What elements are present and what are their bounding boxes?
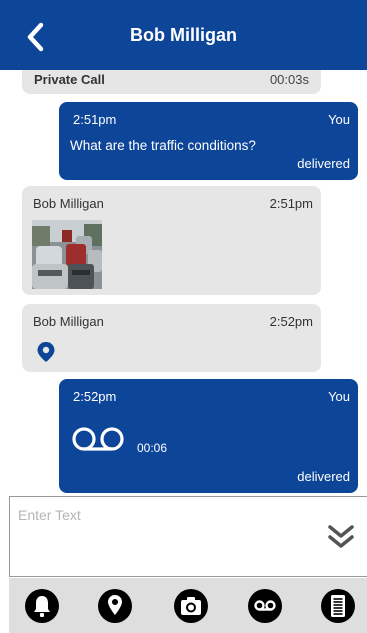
- voicemail-button[interactable]: [247, 588, 283, 624]
- delivery-status: delivered: [297, 469, 350, 484]
- message-sender: You: [328, 389, 350, 404]
- delivery-status: delivered: [297, 156, 350, 171]
- message-list[interactable]: Private Call 00:03s 2:51pm You What are …: [0, 70, 367, 496]
- double-chevron-down-icon: [328, 525, 354, 548]
- voicemail-icon: [248, 589, 282, 623]
- bottom-toolbar: [9, 578, 367, 633]
- message-text: What are the traffic conditions?: [70, 138, 256, 153]
- emergency-alert-icon: [25, 589, 59, 623]
- contact-name-title: Bob Milligan: [130, 25, 237, 45]
- traffic-photo-thumbnail[interactable]: [32, 220, 102, 289]
- message-time: 2:51pm: [73, 112, 117, 127]
- outgoing-text-bubble[interactable]: 2:51pm You What are the traffic conditio…: [59, 102, 358, 180]
- message-input[interactable]: [18, 505, 308, 525]
- emergency-alert-button[interactable]: [24, 588, 60, 624]
- voicemail-icon[interactable]: [71, 425, 127, 455]
- message-time: 2:52pm: [73, 389, 117, 404]
- outgoing-voicemail-bubble[interactable]: 2:52pm You 00:06 delivered: [59, 379, 358, 493]
- message-sender: Bob Milligan: [33, 196, 104, 211]
- call-duration: 00:03s: [269, 72, 309, 87]
- call-label: Private Call: [34, 72, 105, 87]
- camera-icon: [174, 589, 208, 623]
- camera-button[interactable]: [173, 588, 209, 624]
- header-bar: Bob Milligan: [0, 0, 367, 70]
- private-call-bubble[interactable]: Private Call 00:03s: [22, 70, 321, 94]
- document-icon: [321, 589, 355, 623]
- message-sender: Bob Milligan: [33, 314, 104, 329]
- voicemail-duration: 00:06: [137, 441, 168, 455]
- message-time: 2:51pm: [269, 196, 313, 211]
- message-sender: You: [328, 112, 350, 127]
- incoming-image-bubble[interactable]: Bob Milligan 2:51pm: [22, 186, 321, 295]
- message-time: 2:52pm: [269, 314, 313, 329]
- compose-area: [9, 496, 367, 577]
- location-pin-icon[interactable]: [36, 341, 56, 363]
- location-icon: [98, 589, 132, 623]
- expand-button[interactable]: [326, 523, 356, 551]
- document-button[interactable]: [320, 588, 356, 624]
- incoming-location-bubble[interactable]: Bob Milligan 2:52pm: [22, 304, 321, 372]
- share-location-button[interactable]: [97, 588, 133, 624]
